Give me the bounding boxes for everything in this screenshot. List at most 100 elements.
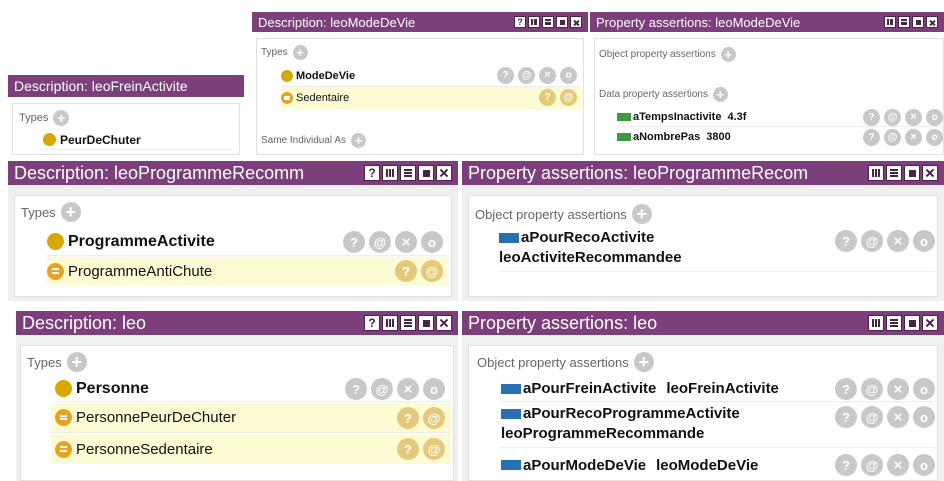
object-prop-row[interactable]: aPourRecoActivite leoActiviteRecommandee…: [499, 228, 935, 272]
add-object-prop-icon[interactable]: +: [631, 204, 652, 224]
maximize-icon[interactable]: [912, 16, 924, 28]
close-icon[interactable]: [570, 16, 582, 28]
object-prop-row[interactable]: aPourRecoProgrammeActivite leoProgrammeR…: [501, 404, 935, 448]
delete-icon[interactable]: ×: [395, 231, 417, 253]
edit-icon[interactable]: o: [913, 454, 935, 476]
maximize-icon[interactable]: [418, 315, 434, 331]
type-row[interactable]: ProgrammeActivite ? @ × o: [47, 228, 447, 256]
split-vertical-icon[interactable]: [884, 16, 896, 28]
data-prop-row[interactable]: aNombrePas 3800 ? @ × o: [617, 127, 943, 147]
add-object-prop-icon[interactable]: +: [633, 352, 654, 372]
close-icon[interactable]: [922, 165, 938, 181]
split-horizontal-icon[interactable]: [400, 315, 416, 331]
type-row[interactable]: Personne ? @ × o: [55, 376, 451, 402]
annotate-icon[interactable]: @: [884, 109, 901, 126]
panel-title: Property assertions: leoModeDeVie: [596, 14, 801, 30]
annotate-icon[interactable]: @: [861, 378, 883, 400]
annotate-icon[interactable]: @: [861, 454, 883, 476]
help-icon[interactable]: ?: [497, 67, 514, 84]
split-vertical-icon[interactable]: [868, 315, 884, 331]
help-icon[interactable]: ?: [863, 129, 880, 146]
object-prop-row[interactable]: aPourModeDeVie leoModeDeVie ? @ × o: [501, 452, 935, 478]
type-row[interactable]: ModeDeVie ? @ × o: [281, 65, 581, 87]
object-prop-name: aPourRecoActivite: [521, 229, 655, 246]
annotate-icon[interactable]: @: [861, 406, 883, 428]
add-same-individual-icon[interactable]: +: [351, 133, 367, 148]
panel-titlebar: Description: leoProgrammeRecomm: [8, 161, 458, 185]
help-icon[interactable]: ?: [343, 231, 365, 253]
split-vertical-icon[interactable]: [382, 165, 398, 181]
inferred-type-row[interactable]: PersonnePeurDeChuter ? @: [51, 403, 451, 433]
edit-icon[interactable]: o: [913, 378, 935, 400]
split-horizontal-icon[interactable]: [400, 165, 416, 181]
help-icon[interactable]: ?: [835, 230, 857, 252]
help-icon[interactable]: ?: [345, 378, 367, 400]
help-icon[interactable]: [514, 16, 526, 28]
close-icon[interactable]: [922, 315, 938, 331]
add-type-icon[interactable]: +: [60, 202, 81, 222]
help-icon[interactable]: ?: [539, 89, 556, 106]
delete-icon[interactable]: ×: [905, 129, 922, 146]
annotate-icon[interactable]: @: [423, 407, 445, 429]
help-icon[interactable]: ?: [835, 454, 857, 476]
edit-icon[interactable]: o: [926, 109, 943, 126]
close-icon[interactable]: [436, 315, 452, 331]
maximize-icon[interactable]: [904, 165, 920, 181]
type-row[interactable]: PeurDeChuter: [43, 130, 233, 150]
split-horizontal-icon[interactable]: [886, 165, 902, 181]
help-icon[interactable]: ?: [835, 406, 857, 428]
delete-icon[interactable]: ×: [905, 109, 922, 126]
edit-icon[interactable]: o: [560, 67, 577, 84]
inferred-type-row[interactable]: PersonneSedentaire ? @: [51, 434, 451, 464]
help-icon[interactable]: ?: [397, 438, 419, 460]
annotate-icon[interactable]: @: [518, 67, 535, 84]
annotate-icon[interactable]: @: [421, 260, 443, 282]
split-vertical-icon[interactable]: [868, 165, 884, 181]
split-vertical-icon[interactable]: [382, 315, 398, 331]
delete-icon[interactable]: ×: [397, 378, 419, 400]
help-icon[interactable]: ?: [863, 109, 880, 126]
data-prop-row[interactable]: aTempsInactivite 4.3f ? @ × o: [617, 107, 943, 127]
help-icon[interactable]: ?: [397, 407, 419, 429]
split-horizontal-icon[interactable]: [886, 315, 902, 331]
annotate-icon[interactable]: @: [371, 378, 393, 400]
edit-icon[interactable]: o: [423, 378, 445, 400]
add-type-icon[interactable]: +: [66, 352, 87, 372]
delete-icon[interactable]: ×: [887, 378, 909, 400]
add-data-prop-icon[interactable]: +: [712, 87, 728, 102]
annotate-icon[interactable]: @: [884, 129, 901, 146]
close-icon[interactable]: [436, 165, 452, 181]
equivalent-class-icon: [55, 440, 72, 458]
add-type-icon[interactable]: +: [292, 45, 308, 60]
maximize-icon[interactable]: [904, 315, 920, 331]
inferred-type-row[interactable]: Sedentaire ? @: [281, 87, 581, 109]
inferred-type-row[interactable]: ProgrammeAntiChute ? @: [47, 257, 447, 285]
edit-icon[interactable]: o: [913, 406, 935, 428]
delete-icon[interactable]: ×: [887, 454, 909, 476]
maximize-icon[interactable]: [556, 16, 568, 28]
annotate-icon[interactable]: @: [861, 230, 883, 252]
split-vertical-icon[interactable]: [528, 16, 540, 28]
split-horizontal-icon[interactable]: [898, 16, 910, 28]
maximize-icon[interactable]: [418, 165, 434, 181]
object-prop-row[interactable]: aPourFreinActivite leoFreinActivite ? @ …: [501, 376, 935, 402]
help-icon[interactable]: ?: [395, 260, 417, 282]
row-actions: ? @ × o: [863, 109, 943, 126]
edit-icon[interactable]: o: [421, 231, 443, 253]
split-horizontal-icon[interactable]: [542, 16, 554, 28]
delete-icon[interactable]: ×: [887, 230, 909, 252]
help-icon[interactable]: ?: [835, 378, 857, 400]
delete-icon[interactable]: ×: [539, 67, 556, 84]
close-icon[interactable]: [926, 16, 938, 28]
delete-icon[interactable]: ×: [887, 406, 909, 428]
help-icon[interactable]: [364, 165, 380, 181]
help-icon[interactable]: [364, 315, 380, 331]
add-type-icon[interactable]: +: [53, 110, 70, 126]
type-label: PersonnePeurDeChuter: [76, 409, 237, 426]
annotate-icon[interactable]: @: [369, 231, 391, 253]
annotate-icon[interactable]: @: [560, 89, 577, 106]
annotate-icon[interactable]: @: [423, 438, 445, 460]
edit-icon[interactable]: o: [913, 230, 935, 252]
edit-icon[interactable]: o: [926, 129, 943, 146]
add-object-prop-icon[interactable]: +: [720, 47, 736, 62]
